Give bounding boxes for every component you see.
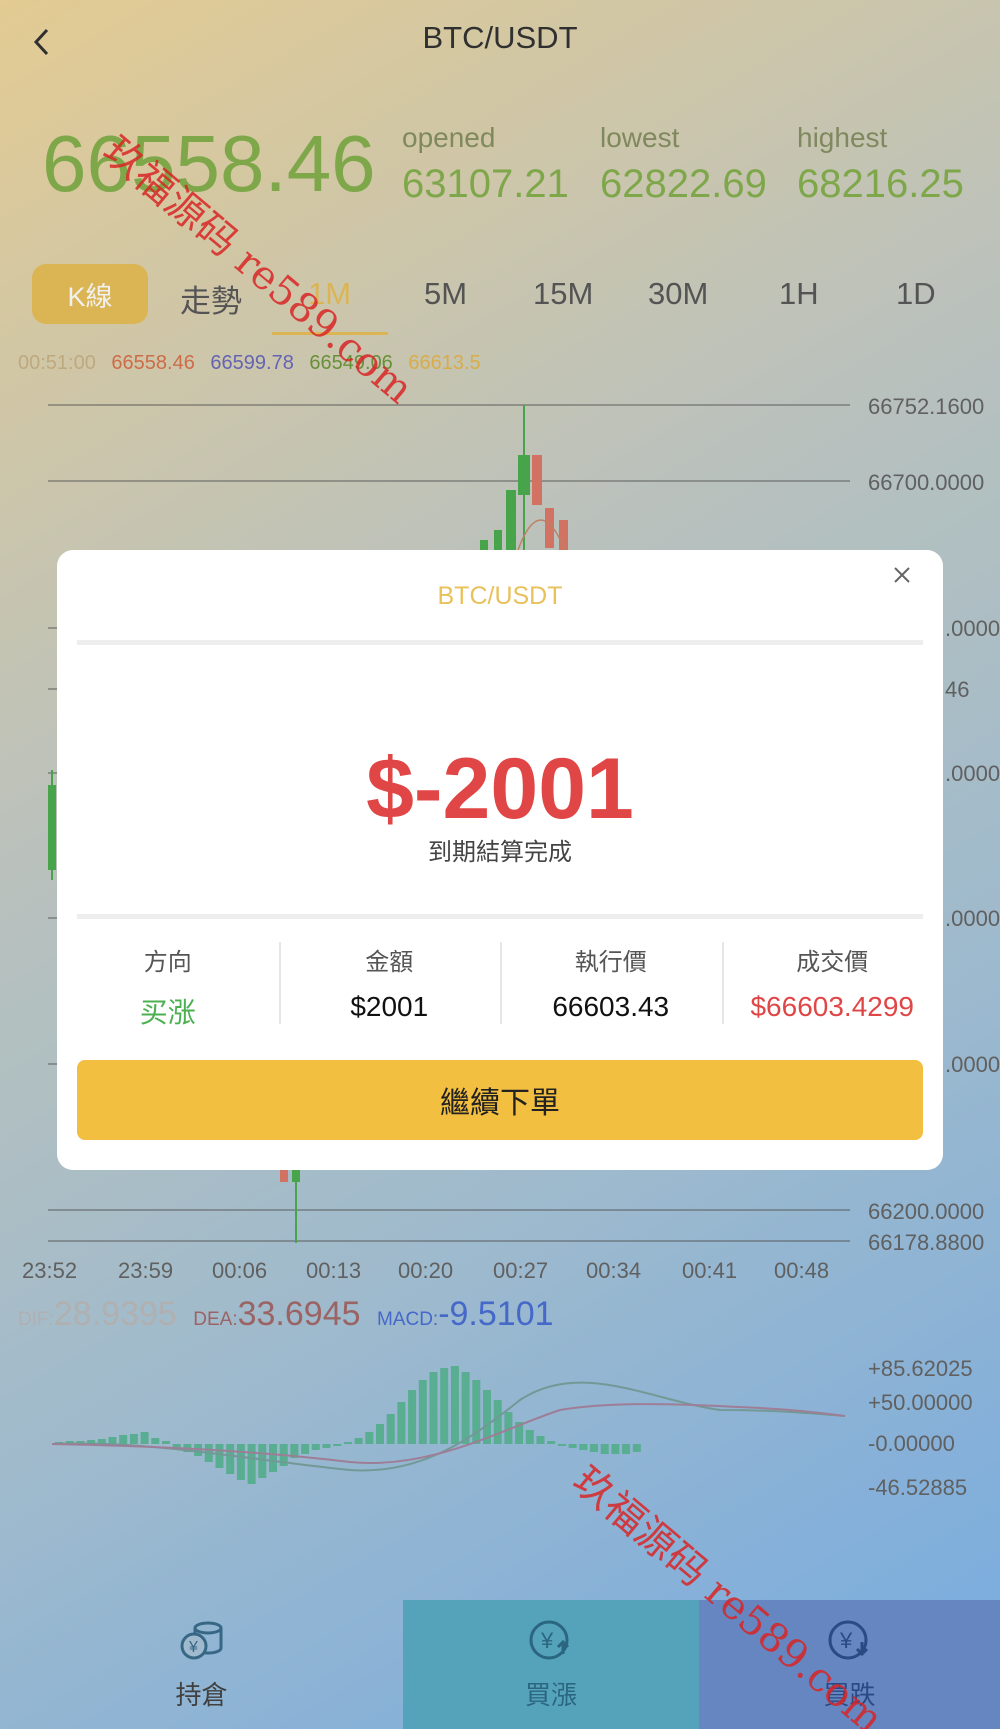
strike-col: 執行價 66603.43 xyxy=(500,942,722,1031)
column-divider xyxy=(500,942,502,1024)
strike-label: 執行價 xyxy=(574,949,647,976)
deal-value: $66603.4299 xyxy=(750,991,914,1022)
deal-label: 成交價 xyxy=(796,949,869,976)
strike-value: 66603.43 xyxy=(552,991,670,1022)
continue-order-button[interactable]: 繼續下單 xyxy=(77,1060,923,1140)
deal-col: 成交價 $66603.4299 xyxy=(721,942,944,1031)
settlement-status: 到期結算完成 xyxy=(428,839,572,866)
amount-col: 金額 $2001 xyxy=(278,942,501,1031)
app-screen: BTC/USDT 66558.46 opened 63107.21 lowest… xyxy=(0,0,1000,1729)
amount-value: $2001 xyxy=(350,991,429,1022)
amount-label: 金額 xyxy=(365,949,414,976)
settlement-modal: BTC/USDT $-2001 到期結算完成 方向 买涨 金額 $2001 執行… xyxy=(57,550,943,1170)
settlement-details: 方向 买涨 金額 $2001 執行價 66603.43 成交價 $66603.4… xyxy=(57,942,943,1031)
column-divider xyxy=(278,942,281,1024)
direction-value: 买涨 xyxy=(139,997,196,1028)
column-divider xyxy=(721,942,724,1024)
modal-title: BTC/USDT xyxy=(437,582,563,610)
modal-divider xyxy=(77,640,923,645)
direction-label: 方向 xyxy=(143,949,192,976)
direction-col: 方向 买涨 xyxy=(57,942,279,1031)
settlement-amount: $-2001 xyxy=(366,741,634,837)
modal-divider xyxy=(77,914,923,919)
close-icon[interactable] xyxy=(893,566,911,589)
